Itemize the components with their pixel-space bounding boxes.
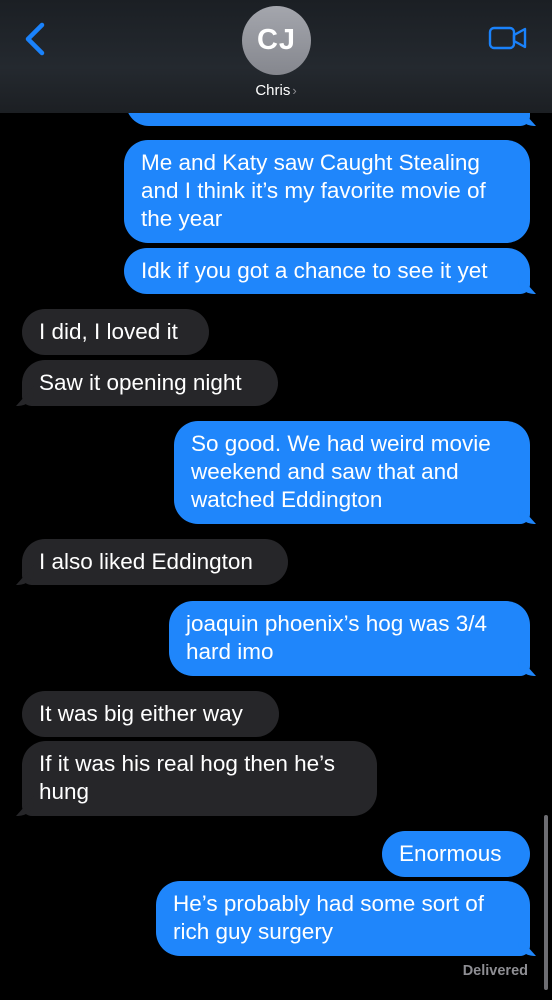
- conversation-header: CJ Chris ›: [0, 0, 552, 113]
- message-bubble-outgoing[interactable]: Me and Katy saw Caught Stealing and I th…: [124, 140, 530, 243]
- contact-name-button[interactable]: Chris ›: [0, 82, 552, 99]
- message-bubble-incoming[interactable]: It was big either way: [22, 691, 279, 737]
- message-bubble-outgoing[interactable]: Enormous: [382, 831, 530, 877]
- message-bubble-incoming[interactable]: If it was his real hog then he’s hung: [22, 741, 377, 816]
- delivered-status: Delivered: [462, 963, 528, 979]
- back-chevron-icon[interactable]: [20, 22, 50, 56]
- message-bubble-outgoing[interactable]: He’s probably had some sort of rich guy …: [156, 881, 530, 956]
- message-bubble-outgoing[interactable]: Idk if you got a chance to see it yet: [124, 248, 530, 294]
- message-bubble-outgoing[interactable]: joaquin phoenix’s hog was 3/4 hard imo: [169, 601, 530, 676]
- video-camera-icon[interactable]: [488, 24, 528, 52]
- contact-name-label: Chris: [255, 82, 291, 99]
- message-bubble-incoming[interactable]: Saw it opening night: [22, 360, 278, 406]
- message-bubble-incoming[interactable]: I did, I loved it: [22, 309, 209, 355]
- chevron-right-icon: ›: [292, 83, 297, 98]
- contact-avatar[interactable]: CJ: [242, 6, 311, 75]
- message-bubble-outgoing[interactable]: So good. We had weird movie weekend and …: [174, 421, 530, 524]
- message-bubble-incoming[interactable]: I also liked Eddington: [22, 539, 288, 585]
- scrollbar[interactable]: [544, 815, 548, 990]
